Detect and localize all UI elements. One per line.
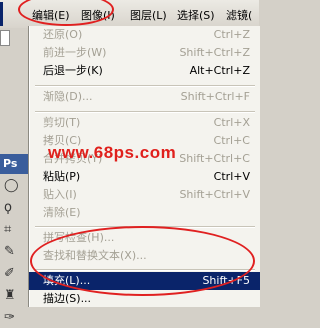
menu-separator	[35, 111, 255, 113]
stamp-icon[interactable]: ♜	[4, 286, 26, 306]
menu-item-undo[interactable]: 还原(O) Ctrl+Z	[29, 26, 260, 44]
menu-item-fade[interactable]: 渐隐(D)... Shift+Ctrl+F	[29, 88, 260, 106]
menu-item-shortcut: Shift+Ctrl+F	[180, 90, 250, 103]
menu-item-shortcut: Alt+Ctrl+Z	[189, 64, 250, 77]
lasso-icon[interactable]: ϙ	[4, 198, 26, 218]
history-brush-icon[interactable]: ✑	[4, 308, 26, 328]
menu-item-paste[interactable]: 粘贴(P) Ctrl+V	[29, 168, 260, 186]
menu-item-label: 粘贴(P)	[43, 170, 81, 183]
annotation-circle-fill-item	[30, 226, 255, 296]
tools-panel: Ps ◯ ϙ ⌗ ✎ ✐ ♜ ✑	[0, 28, 29, 325]
menu-item-label: 渐隐(D)...	[43, 90, 93, 103]
menu-item-label: 前进一步(W)	[43, 46, 107, 59]
menu-item-label: 剪切(T)	[43, 116, 81, 129]
menu-item-label: 后退一步(K)	[43, 64, 103, 77]
ellipse-marquee-icon[interactable]: ◯	[4, 176, 26, 196]
menu-item-cut[interactable]: 剪切(T) Ctrl+X	[29, 114, 260, 132]
menu-item-shortcut: Shift+Ctrl+C	[179, 152, 250, 165]
menu-item-step-forward[interactable]: 前进一步(W) Shift+Ctrl+Z	[29, 44, 260, 62]
menu-separator	[35, 85, 255, 87]
menu-item-step-backward[interactable]: 后退一步(K) Alt+Ctrl+Z	[29, 62, 260, 80]
watermark: www.68ps.com	[48, 143, 177, 162]
photoshop-tab[interactable]: Ps	[0, 154, 28, 174]
menu-item-shortcut: Ctrl+C	[213, 134, 250, 147]
menu-item-shortcut: Ctrl+V	[213, 170, 250, 183]
menu-bar-edge	[0, 2, 3, 26]
menu-item-shortcut: Shift+Ctrl+Z	[179, 46, 250, 59]
menu-item-shortcut: Shift+Ctrl+V	[179, 188, 250, 201]
crop-icon[interactable]: ⌗	[4, 220, 26, 240]
menu-select[interactable]: 选择(S)	[177, 7, 215, 23]
menu-item-shortcut: Ctrl+X	[213, 116, 250, 129]
menu-item-shortcut: Ctrl+Z	[213, 28, 250, 41]
menu-item-paste-into[interactable]: 贴入(I) Shift+Ctrl+V	[29, 186, 260, 204]
menu-layer[interactable]: 图层(L)	[130, 7, 167, 23]
menu-item-clear[interactable]: 清除(E)	[29, 204, 260, 222]
menu-item-label: 贴入(I)	[43, 188, 77, 201]
heal-brush-icon[interactable]: ✎	[4, 242, 26, 262]
menu-filter[interactable]: 滤镜(	[226, 7, 252, 23]
brush-icon[interactable]: ✐	[4, 264, 26, 284]
menu-item-label: 描边(S)...	[43, 292, 92, 305]
menu-item-label: 还原(O)	[43, 28, 83, 41]
document-thumbnail	[0, 30, 10, 46]
menu-item-label: 清除(E)	[43, 206, 81, 219]
